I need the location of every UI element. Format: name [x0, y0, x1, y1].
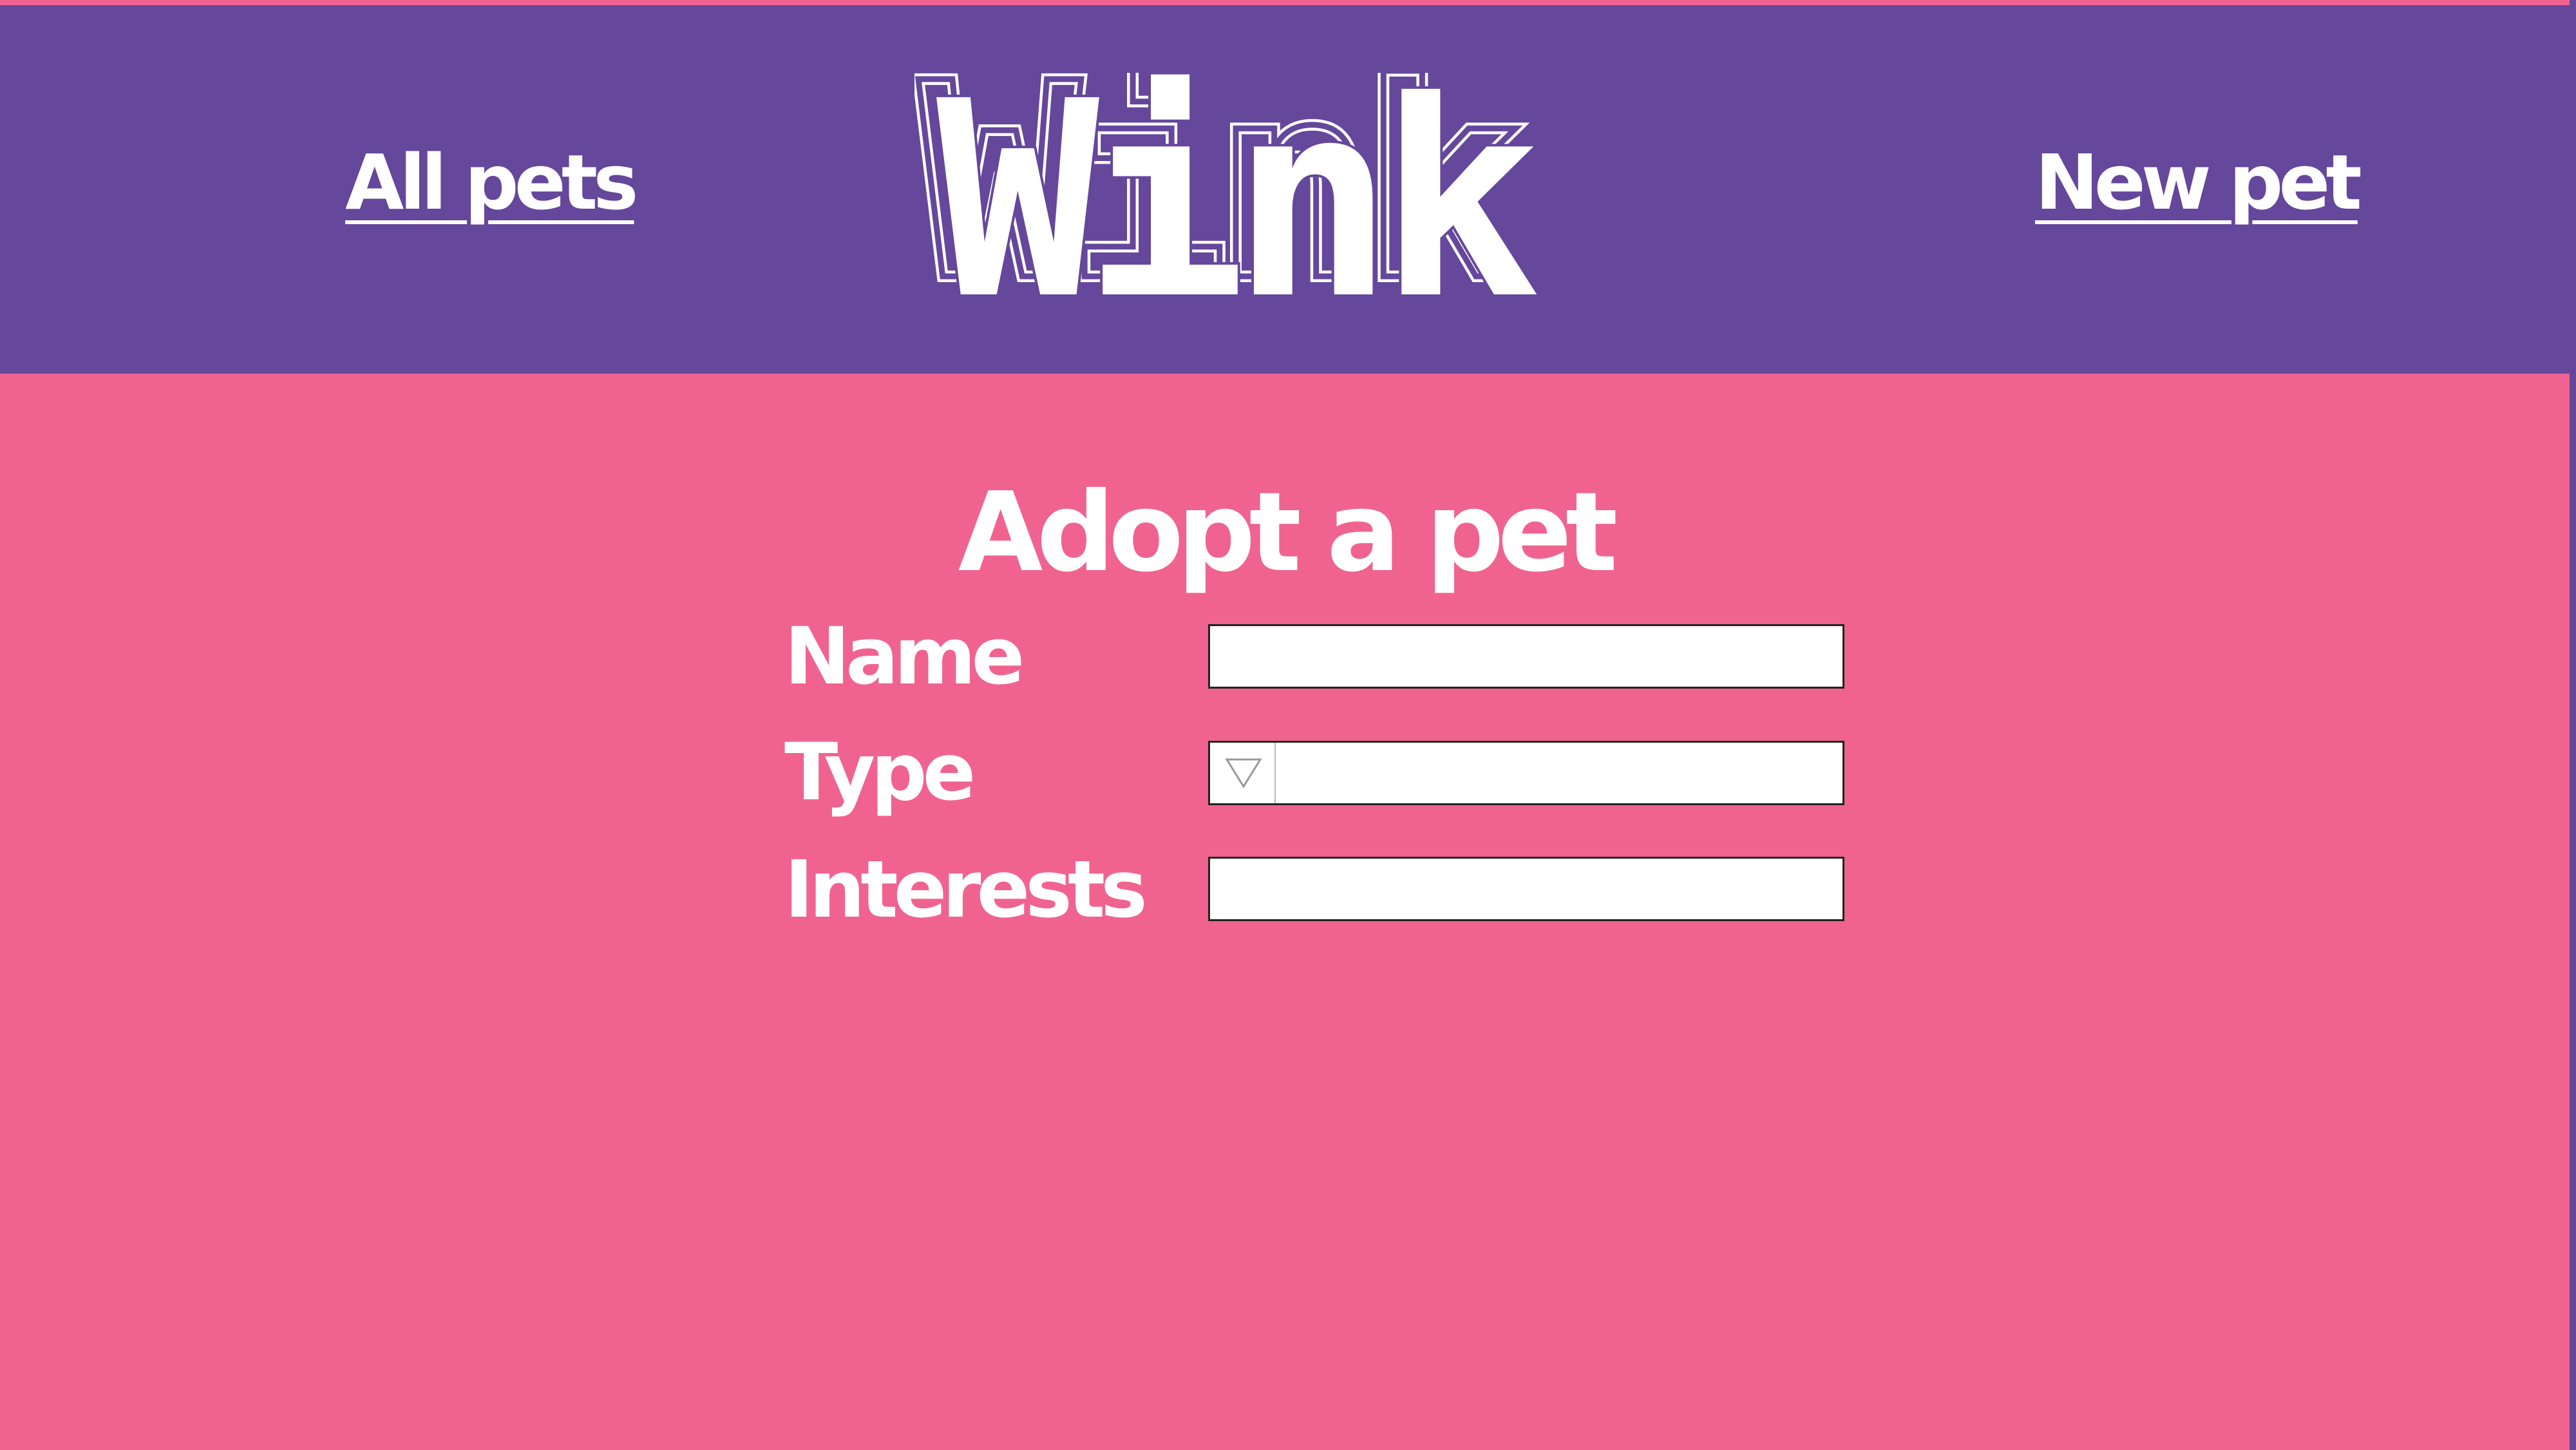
interests-label: Interests — [784, 844, 1148, 935]
form-title: Adopt a pet — [958, 469, 1618, 596]
triangle-down-icon[interactable] — [1210, 743, 1276, 803]
logo-fill: Wink — [936, 73, 1539, 305]
site-header: All pets Wink Wink Wink New pet — [0, 5, 2570, 374]
new-pet-link[interactable]: New pet — [2035, 137, 2362, 229]
wink-logo: Wink Wink Wink — [914, 73, 1557, 305]
type-select[interactable] — [1208, 741, 1844, 805]
interests-input[interactable] — [1208, 857, 1844, 921]
name-input[interactable] — [1208, 624, 1844, 689]
name-label: Name — [784, 611, 1025, 702]
all-pets-link[interactable]: All pets — [345, 137, 638, 229]
top-strip — [0, 0, 2576, 5]
type-label: Type — [784, 727, 976, 818]
right-edge-strip — [2570, 0, 2576, 1450]
